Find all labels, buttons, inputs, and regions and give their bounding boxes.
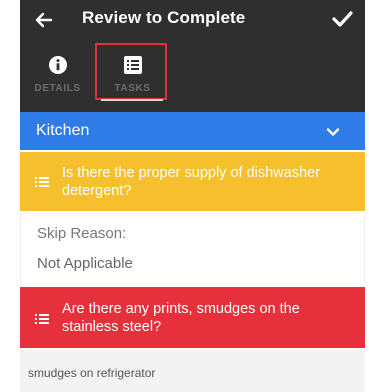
- section-name: Kitchen: [36, 122, 90, 139]
- tab-tasks-label: TASKS: [114, 83, 151, 94]
- question-text: Is there the proper supply of dishwasher…: [62, 165, 320, 199]
- arrow-left-icon: [35, 12, 53, 28]
- question-card[interactable]: Are there any prints, smudges on the sta…: [20, 287, 365, 348]
- tab-details[interactable]: DETAILS: [20, 40, 95, 104]
- chevron-down-icon: [326, 128, 340, 136]
- page-title: Review to Complete: [82, 8, 246, 27]
- skip-reason-value: Not Applicable: [37, 255, 133, 272]
- tab-bar: DETAILS TASKS: [20, 40, 365, 104]
- section-kitchen[interactable]: Kitchen: [20, 112, 365, 150]
- app-bar: Review to Complete DETAILS TASKS: [20, 0, 365, 118]
- note-panel: smudges on refrigerator: [20, 350, 365, 392]
- left-margin: [0, 0, 20, 392]
- list-icon: [35, 177, 49, 187]
- question-text: Are there any prints, smudges on the sta…: [62, 301, 300, 335]
- list-icon: [123, 56, 142, 74]
- tab-indicator: [101, 99, 163, 101]
- screen: Review to Complete DETAILS TASKS Kitchen…: [0, 0, 369, 392]
- answer-panel: Skip Reason: Not Applicable: [20, 212, 365, 286]
- list-icon: [35, 314, 49, 324]
- skip-reason-label: Skip Reason:: [37, 225, 127, 242]
- tab-tasks[interactable]: TASKS: [95, 40, 170, 104]
- info-icon: [48, 56, 67, 74]
- tab-details-label: DETAILS: [34, 83, 81, 94]
- question-card[interactable]: Is there the proper supply of dishwasher…: [20, 152, 365, 211]
- check-icon: [332, 11, 353, 27]
- note-text: smudges on refrigerator: [28, 366, 156, 380]
- complete-button[interactable]: [327, 4, 357, 34]
- back-button[interactable]: [30, 6, 58, 34]
